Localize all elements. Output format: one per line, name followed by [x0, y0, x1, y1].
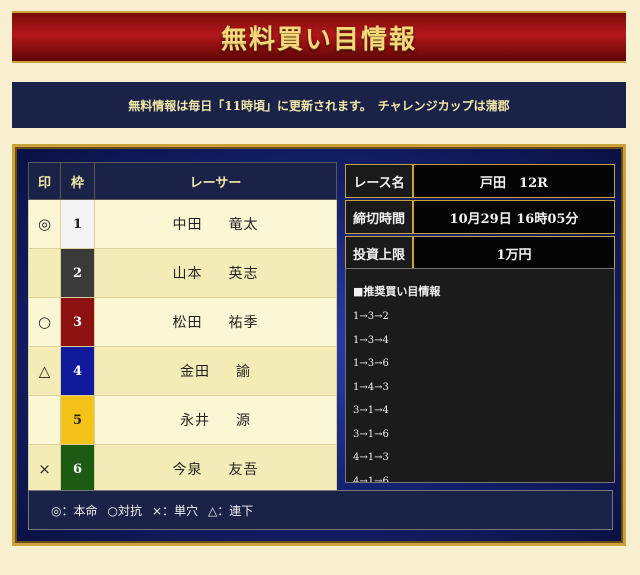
pick-item: 1→3→6 [353, 358, 389, 369]
frame-number: 5 [60, 395, 95, 445]
notice-text: 無料情報は毎日「11時頃」に更新されます。 チャレンジカップは蒲郡 [128, 98, 510, 113]
pick-item: 4→1→6 [353, 475, 389, 483]
racer-row: 5 永井 源 [28, 395, 337, 445]
racer-table: 印 枠 レーサー ◎ 1 中田 竜太 2 山本 英志 ○ 3 松田 祐季 △ 4 金田 諭 5 永井 源 × 6 今泉 友… [28, 162, 337, 494]
racer-name: 今泉 友吾 [94, 444, 337, 494]
prediction-mark: △ [28, 346, 61, 396]
racer-last-name: 今泉 [172, 462, 203, 478]
limit-value: 1万円 [413, 236, 615, 270]
header-frame: 枠 [60, 162, 95, 200]
race-name-value: 戸田 12R [413, 164, 615, 198]
pick-item: 1→3→2 [353, 311, 389, 322]
racer-row: ○ 3 松田 祐季 [28, 297, 337, 347]
race-name-label: レース名 [345, 164, 413, 198]
deadline-row: 締切時間 10月29日 16時05分 [345, 200, 615, 234]
legend-honmei: ◎：本命 [51, 503, 98, 518]
recommended-picks: ■推奨買い目情報 1→3→2 1→3→4 1→3→6 1→4→3 3→1→4 3→1→6 4… [345, 268, 615, 483]
legend-renge: △：連下 [208, 503, 254, 518]
pick-item: 3→1→6 [353, 428, 389, 440]
racer-first-name: 源 [236, 413, 251, 429]
racer-first-name: 竜太 [228, 217, 259, 233]
racer-row: △ 4 金田 諭 [28, 346, 337, 396]
picks-title: ■推奨買い目情報 [353, 285, 441, 298]
racer-row: ◎ 1 中田 竜太 [28, 199, 337, 249]
prediction-mark [28, 395, 61, 445]
mark-legend: ◎：本命 ○対抗 ×：単穴 △：連下 [28, 490, 613, 530]
page-title: 無料買い目情報 [220, 24, 417, 55]
frame-number: 4 [60, 346, 95, 396]
frame-number: 2 [60, 248, 95, 298]
racer-row: 2 山本 英志 [28, 248, 337, 298]
prediction-mark: × [28, 444, 61, 494]
racer-last-name: 松田 [172, 315, 203, 331]
racer-first-name: 祐季 [228, 315, 259, 331]
prediction-mark [28, 248, 61, 298]
legend-taikou: ○対抗 [107, 503, 142, 518]
racer-last-name: 中田 [172, 217, 203, 233]
racer-table-body: ◎ 1 中田 竜太 2 山本 英志 ○ 3 松田 祐季 △ 4 金田 諭 5 永井 源 × 6 今泉 友吾 [28, 199, 337, 494]
race-name-row: レース名 戸田 12R [345, 164, 615, 198]
picks-list: 1→3→2 1→3→4 1→3→6 1→4→3 3→1→4 3→1→6 4→1→3 4→1→6 [353, 305, 614, 483]
update-notice: 無料情報は毎日「11時頃」に更新されます。 チャレンジカップは蒲郡 [12, 82, 626, 128]
header-racer: レーサー [94, 162, 337, 200]
prediction-mark: ○ [28, 297, 61, 347]
deadline-label: 締切時間 [345, 200, 413, 234]
racer-last-name: 山本 [172, 266, 203, 282]
racer-name: 中田 竜太 [94, 199, 337, 249]
racer-name: 金田 諭 [94, 346, 337, 396]
deadline-value: 10月29日 16時05分 [413, 200, 615, 234]
racer-row: × 6 今泉 友吾 [28, 444, 337, 494]
racer-last-name: 永井 [180, 413, 210, 429]
racer-table-header: 印 枠 レーサー [28, 162, 337, 200]
frame-number: 6 [60, 444, 95, 494]
racer-first-name: 諭 [236, 364, 251, 380]
prediction-mark: ◎ [28, 199, 61, 249]
racer-name: 永井 源 [94, 395, 337, 445]
racer-first-name: 英志 [228, 266, 259, 282]
racer-last-name: 金田 [180, 364, 210, 380]
header-mark: 印 [28, 162, 61, 200]
prediction-panel: 印 枠 レーサー ◎ 1 中田 竜太 2 山本 英志 ○ 3 松田 祐季 △ 4 金田 諭 5 永井 源 × 6 今泉 友… [12, 144, 626, 546]
page-header: 無料買い目情報 [12, 11, 626, 63]
racer-name: 山本 英志 [94, 248, 337, 298]
limit-row: 投資上限 1万円 [345, 236, 615, 270]
limit-label: 投資上限 [345, 236, 413, 270]
frame-number: 1 [60, 199, 95, 249]
legend-tanana: ×：単穴 [151, 503, 199, 518]
racer-name: 松田 祐季 [94, 297, 337, 347]
pick-item: 1→3→4 [353, 334, 389, 346]
race-info: レース名 戸田 12R 締切時間 10月29日 16時05分 投資上限 1万円 [345, 162, 615, 272]
pick-item: 3→1→4 [353, 405, 389, 416]
frame-number: 3 [60, 297, 95, 347]
pick-item: 4→1→3 [353, 452, 389, 463]
racer-first-name: 友吾 [228, 462, 259, 478]
pick-item: 1→4→3 [353, 381, 389, 393]
